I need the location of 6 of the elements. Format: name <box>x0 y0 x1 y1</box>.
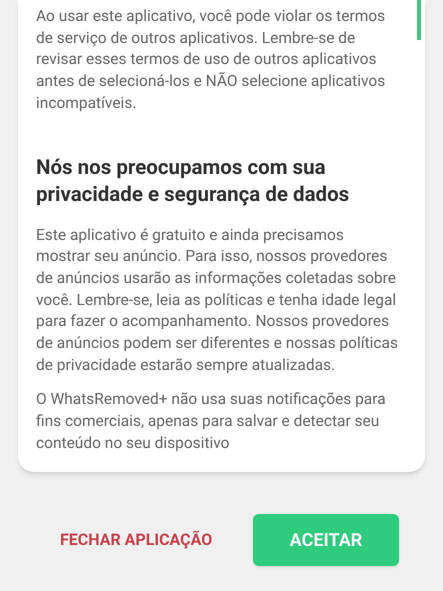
close-app-button[interactable]: FECHAR APLICAÇÃO <box>52 516 220 564</box>
paragraph: O WhatsRemoved+ não usa suas notificações para fins comerciais, apenas para salvar e detectar seu conteúdo no seu dispositivo <box>36 389 387 454</box>
paragraph: Este aplicativo é gratuito e ainda precisamos mostrar seu anúncio. Para isso, nossos provedores de anúncios usarão as informações coletadas sobre você. Lembre-se, leia as políticas e tenha idade legal para fazer o acompanhamento. Nossos provedores de anúncios podem ser diferentes e nossas políticas de privacidade estarão sempre atualizadas. <box>36 224 399 376</box>
section-heading: Nós nos preocupamos com sua privacidade e segurança de dados <box>36 154 350 209</box>
scrollbar <box>417 0 421 40</box>
paragraph: Ao usar este aplicativo, você pode violar os termos de serviço de outros aplicativos. Lembre-se de revisar esses termos de uso de outros aplicativos antes de selecioná-los e NÃO selecione aplicativos incompatíveis. <box>36 6 386 114</box>
